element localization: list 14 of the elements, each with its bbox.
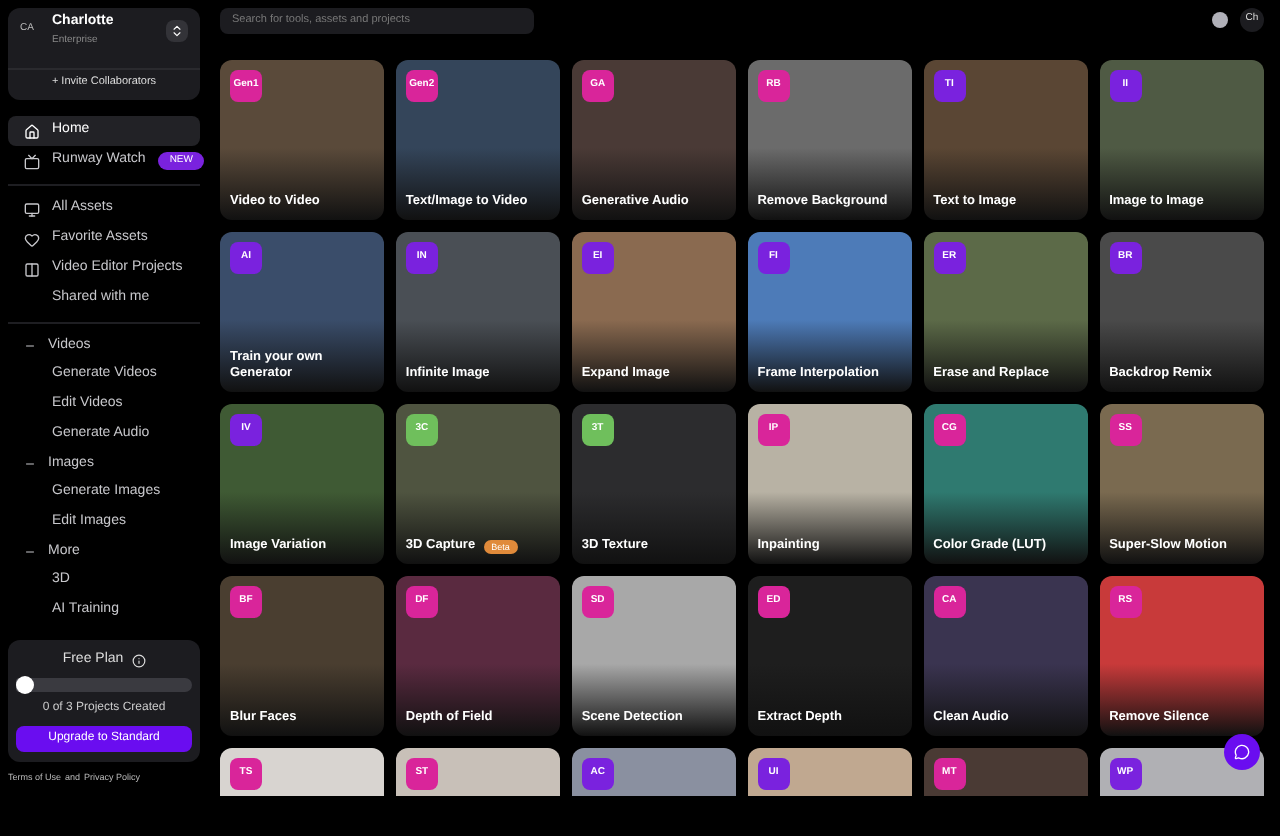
- collapse-icon: [24, 546, 36, 558]
- home-icon: [24, 123, 40, 139]
- help-icon[interactable]: [1212, 12, 1228, 28]
- heart-icon: [24, 231, 40, 247]
- chevrons-icon: [170, 23, 184, 37]
- collapse-icon: [24, 340, 36, 352]
- monitor-icon: [24, 201, 40, 217]
- account-switcher[interactable]: [166, 19, 188, 41]
- info-icon: [131, 653, 146, 667]
- collapse-icon: [24, 458, 36, 470]
- slider-thumb[interactable]: [16, 676, 35, 695]
- chat-icon: [1234, 744, 1250, 760]
- tv-icon: [24, 153, 40, 169]
- panels-icon: [24, 261, 40, 277]
